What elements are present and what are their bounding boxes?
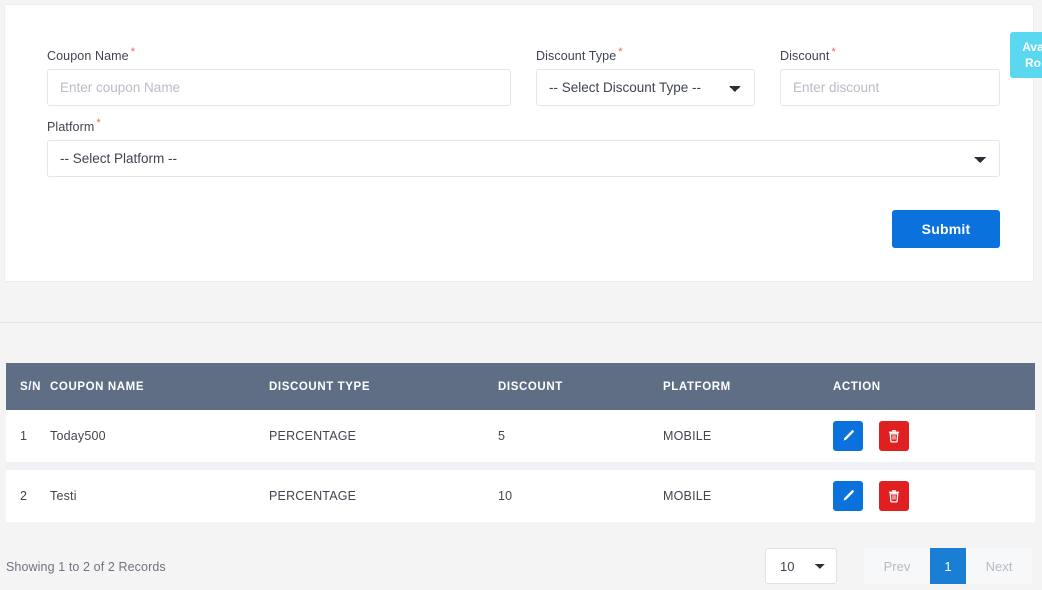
field-group-discount-type: Discount Type * -- Select Discount Type -… — [536, 46, 755, 107]
column-header-action: ACTION — [833, 363, 1035, 410]
cell-discount: 10 — [498, 470, 663, 522]
required-asterisk: * — [96, 117, 101, 129]
delete-button[interactable] — [878, 481, 909, 511]
platform-select[interactable]: -- Select Platform -- — [47, 140, 1000, 178]
discount-type-select[interactable]: -- Select Discount Type -- — [536, 69, 755, 107]
field-group-coupon-name: Coupon Name * — [47, 46, 511, 107]
platform-label-text: Platform — [47, 120, 95, 135]
discount-label: Discount * — [780, 46, 1000, 63]
cell-platform: MOBILE — [663, 470, 833, 522]
side-tab-line-2: Ro — [1025, 56, 1041, 70]
cell-coupon-name: Testi — [50, 470, 269, 522]
coupon-name-input[interactable] — [47, 69, 511, 107]
cell-sn: 2 — [6, 470, 50, 522]
coupon-name-label-text: Coupon Name — [47, 49, 129, 64]
coupon-form-card: Coupon Name* Discount Type* -- Select Di… — [4, 4, 1034, 282]
discount-input[interactable] — [780, 69, 1000, 107]
edit-button[interactable] — [833, 481, 863, 511]
available-rooms-side-tab[interactable]: Ava Ro — [1010, 32, 1042, 78]
page-size-select[interactable]: 10 — [765, 548, 837, 584]
row-spacer — [6, 462, 1035, 470]
required-asterisk: * — [831, 46, 836, 58]
pagination-prev-button[interactable]: Prev — [864, 548, 930, 584]
cell-discount-type: PERCENTAGE — [269, 470, 498, 522]
required-asterisk: * — [618, 46, 623, 58]
side-tab-line-1: Ava — [1022, 40, 1042, 54]
cell-discount-type: PERCENTAGE — [269, 410, 498, 462]
table-row: 2 Testi PERCENTAGE 10 MOBILE — [6, 470, 1035, 522]
coupons-table: S/N COUPON NAME DISCOUNT TYPE DISCOUNT P… — [6, 363, 1035, 522]
column-header-discount: DISCOUNT — [498, 363, 663, 410]
discount-label-text: Discount — [780, 49, 830, 64]
discount-type-label: Discount Type * — [536, 46, 755, 63]
discount-type-label-text: Discount Type — [536, 49, 617, 64]
table-row: 1 Today500 PERCENTAGE 5 MOBILE — [6, 410, 1035, 462]
column-header-platform: PLATFORM — [663, 363, 833, 410]
coupon-name-label: Coupon Name * — [47, 46, 511, 63]
showing-records-text: Showing 1 to 2 of 2 Records — [6, 560, 166, 574]
table-header-row: S/N COUPON NAME DISCOUNT TYPE DISCOUNT P… — [6, 363, 1035, 410]
column-header-coupon-name: COUPON NAME — [50, 363, 269, 410]
submit-row: Submit — [47, 210, 1000, 248]
column-header-sn: S/N — [6, 363, 50, 410]
pagination: Prev 1 Next — [864, 548, 1032, 584]
table-head: S/N COUPON NAME DISCOUNT TYPE DISCOUNT P… — [6, 363, 1035, 410]
coupons-table-container: S/N COUPON NAME DISCOUNT TYPE DISCOUNT P… — [6, 363, 1035, 522]
row-spacer-cell — [6, 462, 1035, 470]
platform-label: Platform * — [47, 117, 1000, 134]
delete-button[interactable] — [878, 421, 909, 451]
submit-button[interactable]: Submit — [892, 210, 1000, 248]
field-group-discount: Discount * — [780, 46, 1000, 107]
cell-action — [833, 470, 1035, 522]
field-group-platform: Platform * -- Select Platform -- — [47, 117, 1000, 178]
edit-button[interactable] — [833, 421, 863, 451]
section-divider — [0, 322, 1042, 323]
pagination-next-button[interactable]: Next — [966, 548, 1032, 584]
required-asterisk: * — [130, 46, 136, 58]
cell-platform: MOBILE — [663, 410, 833, 462]
table-body: 1 Today500 PERCENTAGE 5 MOBILE 2 Testi P… — [6, 410, 1035, 522]
column-header-discount-type: DISCOUNT TYPE — [269, 363, 498, 410]
cell-discount: 5 — [498, 410, 663, 462]
cell-sn: 1 — [6, 410, 50, 462]
cell-action — [833, 410, 1035, 462]
cell-coupon-name: Today500 — [50, 410, 269, 462]
pagination-page-1[interactable]: 1 — [930, 548, 966, 584]
